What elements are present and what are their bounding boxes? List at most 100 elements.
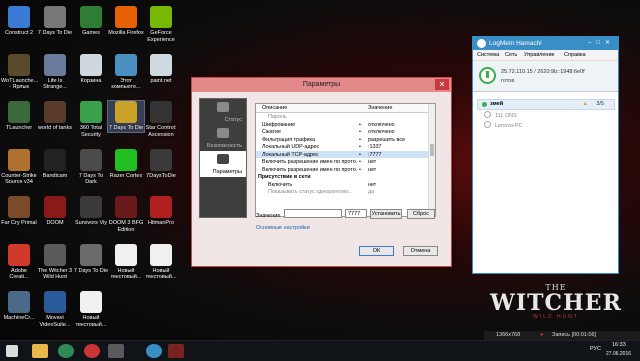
hamachi-window: LogMeIn Hamachi –□✕ Система Сеть Управле… bbox=[472, 36, 619, 274]
sidebar-item-security[interactable]: Безопасность bbox=[200, 125, 246, 151]
column-header-name[interactable]: Описание bbox=[262, 105, 357, 111]
desktop-icon[interactable]: GeForce Experience bbox=[143, 6, 179, 43]
desktop-icon[interactable]: Корзина bbox=[73, 53, 109, 85]
desktop-icon[interactable]: HitmanPro bbox=[143, 196, 179, 227]
sidebar-item-status[interactable]: Статус bbox=[200, 99, 246, 125]
desktop-icon[interactable]: 7 Days To Die bbox=[73, 243, 109, 275]
row-name: Сжатие bbox=[262, 129, 281, 135]
recording-status: Запись [00:01:06] bbox=[552, 332, 597, 338]
desktop-icon[interactable]: Этот компьюте... bbox=[108, 53, 144, 91]
table-row[interactable]: Присутствие в сети bbox=[256, 173, 435, 181]
desktop-icon[interactable]: Adobe Creati... bbox=[1, 243, 37, 281]
menu-item-system[interactable]: Система bbox=[477, 52, 499, 58]
desktop-icon[interactable]: Bandicam bbox=[37, 148, 73, 180]
peer-item[interactable]: 111 ONS bbox=[484, 111, 517, 119]
cancel-button[interactable]: Отмена bbox=[403, 246, 438, 256]
table-row[interactable]: Локальный UDP-адрес •:1337 bbox=[256, 143, 435, 151]
desktop-icon[interactable]: 7 Days To Die bbox=[107, 100, 145, 133]
desktop-icon[interactable]: TLauncher bbox=[1, 101, 37, 132]
table-row[interactable]: Пароль bbox=[256, 113, 435, 121]
desktop-icon[interactable]: 7 Days To Dark bbox=[73, 148, 109, 186]
bandicam-icon[interactable] bbox=[84, 344, 100, 358]
desktop-icon[interactable]: Star Control: Ascension bbox=[143, 101, 179, 138]
desktop-icon[interactable]: Games bbox=[73, 6, 109, 37]
app-icon bbox=[80, 148, 102, 171]
clock-date[interactable]: 27.06.2016 bbox=[606, 351, 631, 357]
desktop-icon[interactable]: Survivors Viy bbox=[73, 196, 109, 227]
file-explorer-icon[interactable] bbox=[32, 344, 48, 358]
scrollbar-thumb[interactable] bbox=[430, 144, 434, 156]
desktop-icon[interactable]: MachineCr... bbox=[1, 291, 37, 322]
app-icon bbox=[150, 53, 172, 76]
desktop-icon[interactable]: Life Is Strange... bbox=[37, 53, 73, 91]
desktop-icon[interactable]: 7 Days To Die bbox=[37, 6, 73, 37]
app-icon[interactable] bbox=[108, 344, 124, 358]
app-icon bbox=[8, 243, 30, 266]
bullet-icon: • bbox=[359, 136, 361, 143]
app-icon bbox=[150, 6, 172, 28]
app-icon bbox=[44, 101, 66, 123]
peer-item[interactable]: Lenovo-PC bbox=[484, 121, 523, 129]
row-name: Включить разрешение имен по прото... bbox=[262, 166, 357, 173]
desktop-icon[interactable]: The Witcher 3 Wild Hunt bbox=[37, 243, 73, 281]
desktop-icon[interactable]: Construct 2 bbox=[1, 6, 37, 37]
table-row[interactable]: Локальный TCP-адрес •:7777 bbox=[256, 150, 435, 158]
row-value: отключено bbox=[368, 129, 395, 135]
table-row[interactable]: Включить разрешение имен по прото... • нет bbox=[256, 158, 435, 166]
basic-settings-link[interactable]: Основные настройки bbox=[256, 225, 310, 231]
value-label: Значение bbox=[256, 213, 281, 219]
set-button[interactable]: Установить bbox=[370, 209, 402, 219]
ip-address: 25.72.110.15 / 2620:9b::1948:6e0f bbox=[501, 69, 585, 75]
settings-table[interactable]: Описание Значение Пароль Шифрование • отклю… bbox=[255, 103, 436, 217]
desktop-icon[interactable]: Counter-Strike Source v34 bbox=[1, 148, 37, 186]
desktop-icon[interactable]: Новый текстовый... bbox=[108, 243, 144, 281]
ok-button[interactable]: ОК bbox=[359, 246, 394, 256]
table-row[interactable]: Фильтрация трафика • разрешить все bbox=[256, 136, 435, 144]
desktop-icon[interactable]: 360 Total Security bbox=[73, 101, 109, 138]
menu-item-network[interactable]: Сеть bbox=[505, 52, 517, 58]
network-row[interactable]: змей ▲ 3/5 bbox=[477, 99, 615, 110]
value-input[interactable] bbox=[284, 209, 342, 218]
language-indicator[interactable]: РУС bbox=[590, 346, 601, 352]
table-row[interactable]: Сжатие • отключено bbox=[256, 128, 435, 136]
table-row[interactable]: Включить разрешение имен по прото... • нет bbox=[256, 166, 435, 174]
desktop-icon[interactable]: DOOM bbox=[37, 196, 73, 227]
window-controls[interactable]: –□✕ bbox=[588, 39, 615, 46]
desktop-icon[interactable]: Новый текстовый... bbox=[143, 243, 179, 281]
menu-item-manage[interactable]: Управление bbox=[524, 52, 555, 58]
desktop-icon[interactable]: Новый текстовый... bbox=[73, 291, 109, 328]
hamachi-taskbar-icon[interactable] bbox=[146, 344, 162, 358]
desktop-icon-label: Far Cry Primal bbox=[1, 220, 37, 226]
desktop-icon[interactable]: DOOM 3 BFG Edition bbox=[108, 196, 144, 233]
menu-item-help[interactable]: Справка bbox=[564, 52, 586, 58]
desktop-icon-label: 7DaysToDie bbox=[146, 172, 176, 179]
table-row[interactable]: Шифрование • отключено bbox=[256, 121, 435, 129]
row-value: :7777 bbox=[368, 151, 382, 158]
reset-button[interactable]: Сброс bbox=[407, 209, 435, 219]
chrome-icon[interactable] bbox=[58, 344, 74, 358]
desktop-icon[interactable]: world of tanks bbox=[37, 101, 73, 132]
desktop-icon[interactable]: Far Cry Primal bbox=[1, 196, 37, 227]
column-header-value[interactable]: Значение bbox=[368, 105, 392, 111]
clock-time[interactable]: 16:33 bbox=[612, 342, 626, 348]
sidebar-item-settings[interactable]: Параметры bbox=[200, 151, 246, 177]
desktop-icon[interactable]: 7DaysToDie bbox=[143, 148, 179, 180]
start-button[interactable] bbox=[6, 345, 18, 357]
desktop-icon[interactable]: Mozilla Firefox bbox=[108, 6, 144, 37]
app-icon bbox=[80, 101, 102, 123]
desktop-icon[interactable]: paint.net bbox=[143, 53, 179, 85]
port-input[interactable]: 7777 bbox=[345, 209, 367, 218]
desktop-icon[interactable]: WoTLaunche... - Ярлык bbox=[1, 53, 38, 91]
hamachi-titlebar[interactable]: LogMeIn Hamachi –□✕ bbox=[473, 37, 618, 50]
table-row[interactable]: Включить нет bbox=[256, 181, 435, 189]
desktop-icon[interactable]: Razer Cortex bbox=[108, 148, 144, 180]
desktop-icon[interactable]: Movavi VideoSuite... bbox=[37, 291, 73, 328]
table-row[interactable]: Показывать статус одноранговo... да bbox=[256, 188, 435, 196]
power-icon[interactable] bbox=[479, 67, 496, 84]
table-scrollbar[interactable] bbox=[428, 104, 435, 216]
hamachi-menu: Система Сеть Управление Справка bbox=[473, 50, 618, 61]
close-icon[interactable]: ✕ bbox=[435, 79, 449, 90]
app-icon bbox=[44, 6, 66, 28]
dialog-titlebar[interactable]: Параметры ✕ bbox=[192, 78, 451, 92]
witcher-taskbar-icon[interactable] bbox=[168, 344, 184, 358]
